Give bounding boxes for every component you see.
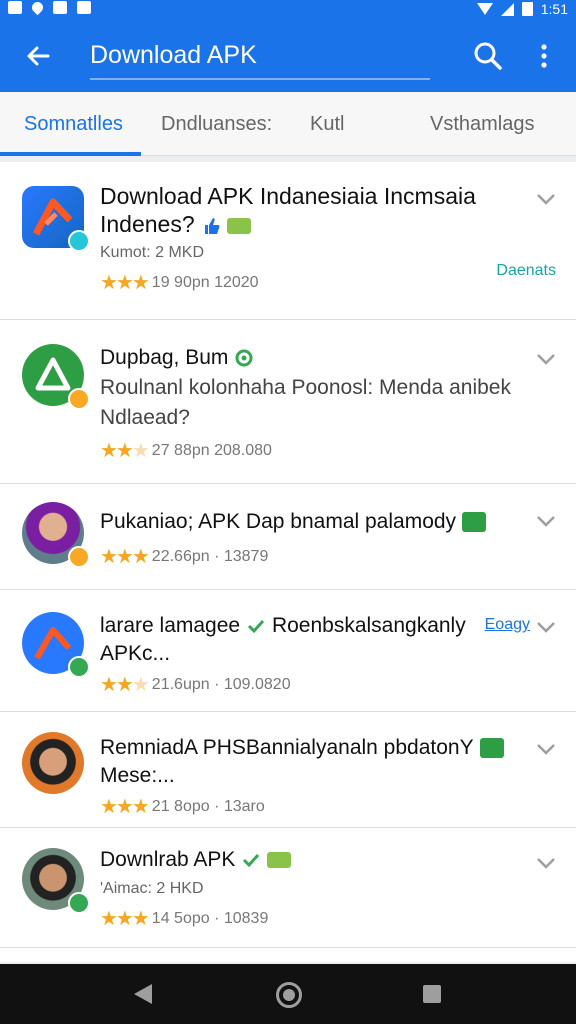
app-title-text: larare lamagee [100, 614, 241, 637]
avatar [22, 502, 90, 568]
nav-recents-icon[interactable] [423, 985, 441, 1003]
app-title-text: Pukaniao; APK Dap bnamal palamody [100, 510, 457, 533]
list-item[interactable]: Download APK Indanesiaia Incmsaia Indene… [0, 162, 576, 320]
rating-text: 27 88pn 208.080 [151, 441, 272, 459]
app-title: Pukaniao; APK Dap bnamal palamody [100, 508, 518, 536]
rating-text: 22.66pn · 13879 [151, 547, 269, 565]
tab-dndluanses[interactable]: Dndluanses: [161, 92, 272, 156]
badge-icon [68, 892, 90, 914]
app-title: Dupbag, Bum [100, 344, 518, 372]
overflow-menu-button[interactable] [532, 38, 556, 74]
tab-kutl[interactable]: Kutl [310, 92, 344, 156]
app-rating: ★★★ 21.6upn · 109.0820 [100, 672, 291, 697]
tag-icon [479, 738, 504, 759]
list-item[interactable]: RemniadA PHSBannialyanaln pbdatonY Mese:… [0, 712, 576, 828]
list-item[interactable]: Dupbag, Bum Roulnanl kolonhaha Poonosl: … [0, 320, 576, 484]
app-size: Kumot: 2 MKD [100, 244, 205, 261]
app-icon [22, 186, 90, 252]
app-rating: ★★★ 22.66pn · 13879 [100, 544, 268, 569]
app-title: Download APK Indanesiaia Incmsaia [100, 183, 476, 209]
app-title-line2: Indenes? [100, 210, 251, 238]
avatar [22, 732, 84, 794]
active-tab-indicator [0, 152, 141, 156]
verified-icon [248, 620, 265, 634]
rating-stars-icon: ★★★ [100, 908, 150, 930]
rating-stars-icon: ★★★ [100, 674, 150, 696]
app-rating: ★★★ 14 5opo · 10839 [100, 906, 268, 931]
battery-icon [521, 2, 533, 16]
chevron-down-icon[interactable] [536, 192, 556, 206]
app-rating: ★★★ 27 88pn 208.080 [100, 438, 272, 463]
list-item[interactable]: Pukaniao; APK Dap bnamal palamody ★★★ 22… [0, 484, 576, 590]
app-title: RemniadA PHSBannialyanaln pbdatonY [100, 734, 518, 762]
app-description-line2: Ndlaead? [100, 406, 190, 429]
chevron-down-icon[interactable] [536, 620, 556, 634]
install-label[interactable]: Daenats [496, 262, 556, 280]
arrow-back-icon [27, 46, 50, 66]
app-title-line2: Mese:... [100, 764, 175, 787]
signal-icon [500, 2, 514, 16]
avatar [22, 848, 90, 914]
system-nav-bar [0, 964, 576, 1024]
notification-icon [8, 1, 22, 14]
app-size: 'Aimac: 2 HKD [100, 880, 204, 897]
search-icon [474, 42, 502, 70]
rating-text: 21.6upn · 109.0820 [151, 675, 291, 693]
badge-icon [68, 388, 90, 410]
app-description: Roulnanl kolonhaha Poonosl: Menda anibek [100, 376, 511, 399]
rating-stars-icon: ★★★ [100, 796, 150, 818]
list-item[interactable]: larare lamagee Roenbskalsangkanly APKc..… [0, 590, 576, 712]
verified-icon [235, 349, 253, 367]
tab-vsthamlags[interactable]: Vsthamlags [430, 92, 535, 156]
app-title-text: RemniadA PHSBannialyanaln pbdatonY [100, 736, 474, 759]
chevron-down-icon[interactable] [536, 742, 556, 756]
app-bar: Download APK [0, 20, 576, 92]
back-button[interactable] [18, 36, 58, 76]
app-title-text: Dupbag, Bum [100, 346, 229, 369]
chevron-down-icon[interactable] [536, 352, 556, 366]
wifi-icon [476, 3, 493, 15]
tab-somnatlles[interactable]: Somnatlles [24, 92, 123, 156]
rating-text: 19 90pn 12020 [151, 273, 259, 291]
rating-stars-icon: ★★★ [100, 546, 150, 568]
search-button[interactable] [470, 38, 506, 74]
app-rating: ★★★ 19 90pn 12020 [100, 270, 259, 295]
app-link[interactable]: Eoagy [485, 616, 530, 634]
more-vert-icon [541, 44, 547, 68]
app-icon [22, 612, 90, 678]
location-icon [29, 0, 46, 16]
status-bar: 1:51 [0, 0, 576, 20]
play-badge-icon [68, 230, 90, 252]
tag-icon [462, 512, 487, 533]
app-notification-icon [77, 1, 91, 14]
rating-text: 14 5opo · 10839 [151, 909, 269, 927]
app-title: larare lamagee Roenbskalsangkanly [100, 612, 466, 640]
app-title-line2: APKc... [100, 642, 171, 665]
tab-bar: Somnatlles Dndluanses: Kutl Vsthamlags [0, 92, 576, 156]
tag-icon [267, 852, 292, 869]
nav-home-icon[interactable] [276, 982, 302, 1008]
badge-icon [68, 656, 90, 678]
nav-back-icon[interactable] [134, 984, 152, 1004]
app-title-text-2: Roenbskalsangkanly [271, 614, 466, 637]
tag-icon [226, 217, 251, 234]
rating-stars-icon: ★★★ [100, 272, 150, 294]
app-title-text: Downlrab APK [100, 848, 236, 871]
app-icon [22, 344, 90, 410]
calendar-icon [53, 1, 67, 14]
thumbs-up-icon [204, 217, 220, 234]
app-rating: ★★★ 21 8opo · 13aro [100, 794, 265, 819]
list-item[interactable]: Downlrab APK 'Aimac: 2 HKD ★★★ 14 5opo ·… [0, 828, 576, 948]
rating-text: 21 8opo · 13aro [151, 797, 265, 815]
page-title: Download APK [90, 40, 430, 80]
rating-stars-icon: ★★★ [100, 440, 150, 462]
chevron-down-icon[interactable] [536, 856, 556, 870]
chevron-down-icon[interactable] [536, 514, 556, 528]
app-title: Downlrab APK [100, 846, 518, 874]
clock: 1:51 [540, 1, 568, 17]
verified-icon [243, 854, 260, 868]
app-list: Download APK Indanesiaia Incmsaia Indene… [0, 162, 576, 962]
badge-icon [68, 546, 90, 568]
app-title-text: Indenes? [100, 211, 195, 237]
